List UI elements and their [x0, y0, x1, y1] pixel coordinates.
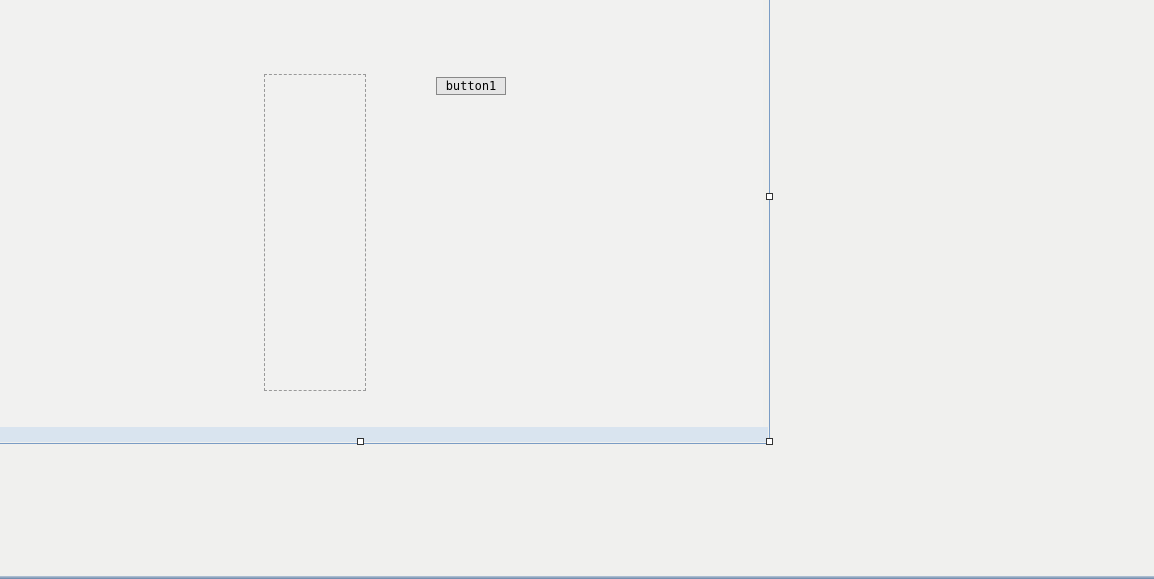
resize-handle-corner[interactable] — [766, 438, 773, 445]
form-client-area[interactable]: button1 — [0, 0, 763, 427]
control-placeholder[interactable] — [264, 74, 366, 391]
resize-handle-right[interactable] — [766, 193, 773, 200]
form-design-surface[interactable]: button1 — [0, 0, 770, 444]
resize-handle-bottom[interactable] — [357, 438, 364, 445]
button1[interactable]: button1 — [436, 77, 506, 95]
form-bottom-margin — [0, 427, 768, 442]
designer-canvas-outer: button1 — [0, 0, 1154, 579]
